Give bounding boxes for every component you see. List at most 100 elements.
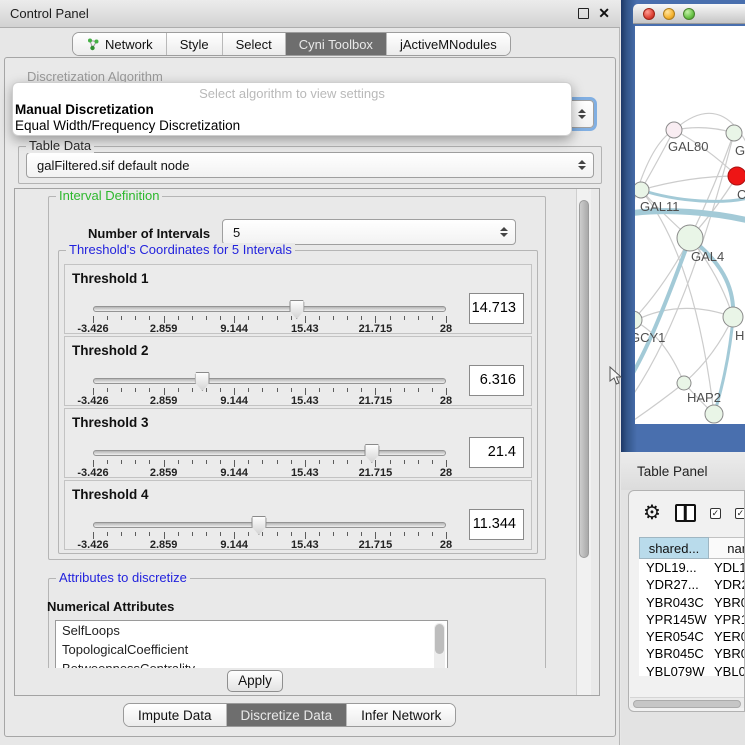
slider-handle[interactable] [251,516,266,535]
slider-tick [149,532,150,536]
cell-name[interactable]: YBR043C [710,594,745,611]
slider-tick-label: 21.715 [359,539,393,551]
cell-shared-name[interactable]: YDR27... [639,576,710,593]
network-node-hap2[interactable] [677,376,691,390]
panel-vertical-scrollbar[interactable] [576,189,591,695]
network-node-ga[interactable] [726,125,742,141]
zoom-traffic-light-icon[interactable] [683,8,695,20]
network-node-h[interactable] [723,307,743,327]
close-traffic-light-icon[interactable] [643,8,655,20]
network-node-gal80[interactable] [666,122,682,138]
tab-discretize-data[interactable]: Discretize Data [227,704,348,726]
slider-tick [164,532,165,539]
slider-tick [319,388,320,392]
cell-shared-name[interactable]: YER054C [639,628,710,645]
slider-handle[interactable] [364,444,379,463]
table-row[interactable]: YBR045CYBR045C [639,645,745,662]
node-label: HAP2 [687,390,721,405]
tab-style[interactable]: Style [167,33,223,55]
table-row[interactable]: YPR145WYPR145W [639,611,745,628]
column-header-name[interactable]: name [709,537,745,559]
attribute-item-betweennesscentrality[interactable]: BetweennessCentrality [56,659,447,668]
columns-icon[interactable] [675,504,696,522]
slider-handle[interactable] [195,372,210,391]
table-horizontal-scrollbar[interactable] [630,697,745,708]
network-canvas[interactable]: GAL80GACGAL11GAL4GCY1HHAP2 [635,26,745,424]
threshold-slider[interactable]: -3.4262.8599.14415.4321.71528 [93,265,446,335]
network-edge[interactable] [635,383,684,424]
close-icon[interactable]: ✕ [598,8,610,19]
network-node[interactable] [705,405,723,423]
slider-tick [446,388,447,395]
network-edge[interactable] [641,176,737,190]
attribute-item-selfloops[interactable]: SelfLoops [56,621,447,640]
network-node-gcy1[interactable] [635,311,642,329]
threshold-value-field[interactable]: 6.316 [469,365,524,396]
minimize-traffic-light-icon[interactable] [663,8,675,20]
cell-name[interactable]: YPR145W [710,611,745,628]
dropdown-item-equal-width-frequency-discretization[interactable]: Equal Width/Frequency Discretization [13,118,571,134]
cell-name[interactable]: YDL19 [710,559,745,576]
cell-name[interactable]: YER054C [710,628,745,645]
slider-tick [248,316,249,320]
network-node-gal11[interactable] [635,182,649,198]
tab-infer-network[interactable]: Infer Network [347,704,455,726]
slider-tick [248,460,249,464]
dropdown-prompt-item[interactable]: Select algorithm to view settings [13,85,571,102]
attribute-item-topologicalcoefficient[interactable]: TopologicalCoefficient [56,640,447,659]
threshold-slider[interactable]: -3.4262.8599.14415.4321.71528 [93,409,446,479]
checkbox-icon[interactable]: ✓ [710,508,721,519]
cell-shared-name[interactable]: YPR145W [639,611,710,628]
cell-name[interactable]: YBR045C [710,645,745,662]
table-row[interactable]: YDR27...YDR27 [639,576,745,593]
table-data-combobox[interactable]: galFiltered.sif default node [26,152,594,178]
cell-shared-name[interactable]: YBR043C [639,594,710,611]
threshold-panel-2: Threshold 2-3.4262.8599.14415.4321.71528… [64,336,532,406]
cell-shared-name[interactable]: YBL079W [639,663,710,676]
float-window-icon[interactable] [578,8,589,19]
slider-tick-label: 28 [440,467,452,479]
slider-tick [220,388,221,392]
tab-impute-data[interactable]: Impute Data [124,704,227,726]
attributes-list-scrollbar[interactable] [434,623,445,668]
slider-track[interactable] [93,450,446,456]
network-edge[interactable] [674,128,734,133]
checkbox-icon[interactable]: ✓ [735,508,745,519]
slider-tick [121,532,122,536]
network-edge[interactable] [635,238,690,386]
dropdown-item-manual-discretization[interactable]: Manual Discretization [13,102,571,118]
threshold-value-field[interactable]: 14.713 [469,293,524,324]
gear-icon[interactable]: ⚙ [643,503,661,523]
threshold-slider[interactable]: -3.4262.8599.14415.4321.71528 [93,481,446,551]
slider-tick [107,316,108,320]
cell-name[interactable]: YDR27 [710,576,745,593]
slider-tick [178,316,179,320]
slider-track[interactable] [93,522,446,528]
cell-shared-name[interactable]: YBR045C [639,645,710,662]
slider-track[interactable] [93,306,446,312]
control-panel-tabbar: NetworkStyleSelectCyni ToolboxjActiveMNo… [72,32,511,56]
cell-shared-name[interactable]: YDL19... [639,559,710,576]
tab-select[interactable]: Select [223,33,286,55]
slider-tick-label: -3.426 [77,539,108,551]
threshold-value-field[interactable]: 11.344 [469,509,524,540]
cell-name[interactable]: YBL079W [710,663,745,676]
numerical-attributes-list[interactable]: SelfLoopsTopologicalCoefficientBetweenne… [55,620,448,668]
slider-track[interactable] [93,378,446,384]
tab-cyni-toolbox[interactable]: Cyni Toolbox [286,33,387,55]
tab-jactivemnodules[interactable]: jActiveMNodules [387,33,510,55]
threshold-value-field[interactable]: 21.4 [469,437,524,468]
network-edge[interactable] [635,308,733,326]
slider-tick [305,388,306,395]
table-row[interactable]: YDL19...YDL19 [639,559,745,576]
table-row[interactable]: YBL079WYBL079W [639,663,745,676]
network-node-c[interactable] [728,167,745,185]
tab-network[interactable]: Network [73,33,167,55]
slider-tick [234,316,235,323]
network-node-gal4[interactable] [677,225,703,251]
table-row[interactable]: YER054CYER054C [639,628,745,645]
threshold-slider[interactable]: -3.4262.8599.14415.4321.71528 [93,337,446,407]
apply-button[interactable]: Apply [227,670,283,692]
column-header-shared-name[interactable]: shared... [639,537,709,559]
table-row[interactable]: YBR043CYBR043C [639,594,745,611]
